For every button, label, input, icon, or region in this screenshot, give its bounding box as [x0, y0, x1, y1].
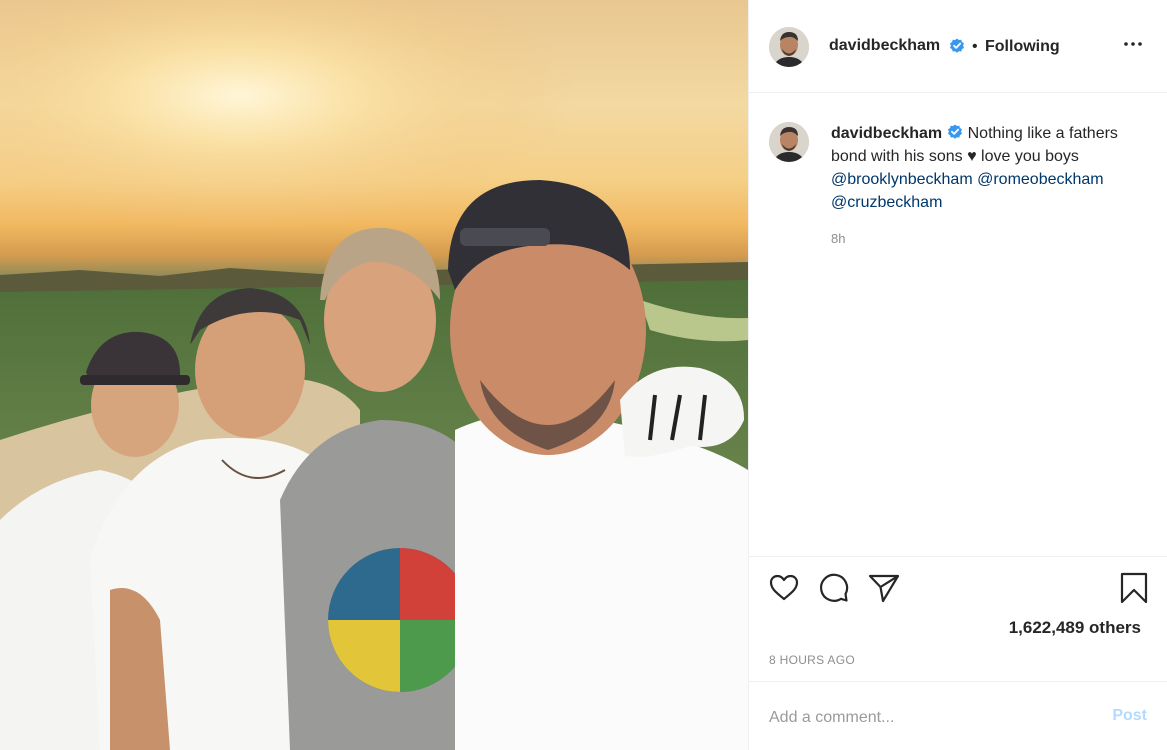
post-comment-button[interactable]: Post: [1112, 707, 1147, 725]
caption-age[interactable]: 8h: [831, 231, 845, 246]
comment-bar: Post: [749, 681, 1167, 750]
post-photo[interactable]: [0, 0, 748, 750]
post-sidebar: davidbeckham • Following davidbeckham No…: [748, 0, 1167, 750]
comment-input[interactable]: [769, 704, 1089, 732]
mention-link[interactable]: @cruzbeckham: [831, 194, 942, 211]
likes-count[interactable]: 1,622,489 others: [1009, 618, 1141, 638]
comment-bubble-icon[interactable]: [817, 571, 851, 605]
post-header: davidbeckham • Following: [749, 0, 1167, 93]
caption-avatar[interactable]: [769, 122, 809, 162]
verified-badge-icon: [948, 124, 963, 139]
heart-icon[interactable]: [767, 571, 801, 605]
action-bar: 1,622,489 others 8 HOURS AGO: [749, 556, 1167, 681]
paper-plane-icon[interactable]: [867, 571, 901, 605]
avatar-image: [769, 27, 809, 67]
mention-link[interactable]: @brooklynbeckham: [831, 171, 973, 188]
avatar-image: [769, 122, 809, 162]
verified-badge-icon: [950, 38, 964, 53]
caption-username[interactable]: davidbeckham: [831, 125, 942, 142]
bookmark-icon[interactable]: [1117, 571, 1151, 605]
mention-link[interactable]: @romeobeckham: [977, 171, 1104, 188]
avatar[interactable]: [769, 27, 809, 67]
more-options-icon[interactable]: [1121, 32, 1145, 56]
post-timestamp[interactable]: 8 HOURS AGO: [769, 653, 855, 667]
header-username[interactable]: davidbeckham: [829, 37, 940, 55]
following-button[interactable]: Following: [985, 38, 1060, 56]
caption-text: davidbeckham Nothing like a fathers bond…: [831, 122, 1141, 214]
header-separator: •: [972, 38, 978, 55]
post-photo-illustration: [0, 0, 748, 750]
